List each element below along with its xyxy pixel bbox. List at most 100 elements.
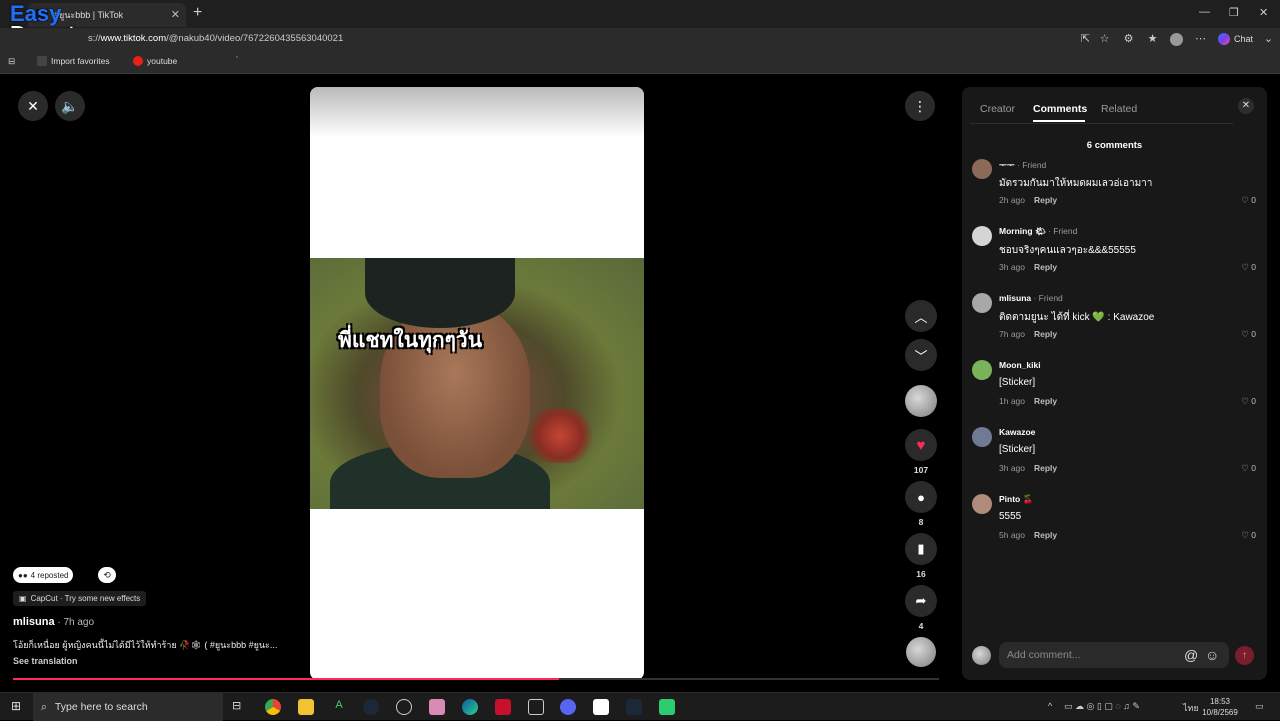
green-app-icon[interactable] bbox=[659, 699, 675, 715]
search-icon: ⌕ bbox=[41, 700, 47, 713]
commenter-avatar[interactable] bbox=[972, 427, 992, 447]
like-button[interactable]: ♥ bbox=[905, 429, 937, 461]
comment-like-button[interactable]: ♡ 0 bbox=[1241, 329, 1256, 340]
mention-icon[interactable]: @ bbox=[1184, 647, 1198, 663]
bookmark-menu-icon[interactable]: ⊟ bbox=[8, 56, 15, 67]
url-field[interactable]: s://www.tiktok.com/@nakub40/video/767226… bbox=[88, 33, 343, 44]
reply-button[interactable]: Reply bbox=[1034, 396, 1057, 406]
video-player[interactable]: พี่แชทในทุกๆวัน bbox=[310, 87, 644, 680]
share-button[interactable]: ➦ bbox=[905, 585, 937, 617]
close-video-button[interactable]: ✕ bbox=[18, 91, 48, 121]
app-circle-icon[interactable] bbox=[396, 699, 412, 715]
notepad-icon[interactable] bbox=[593, 699, 609, 715]
comment-like-button[interactable]: ♡ 0 bbox=[1241, 262, 1256, 273]
video-progress-fill bbox=[13, 678, 560, 680]
language-indicator[interactable]: ไทย bbox=[1183, 701, 1199, 715]
commenter-avatar[interactable] bbox=[972, 360, 992, 380]
steam-icon[interactable] bbox=[363, 699, 379, 715]
capcut-effect-link[interactable]: ▣ CapCut · Try some new effects bbox=[13, 591, 147, 606]
send-comment-button[interactable]: ↑ bbox=[1235, 646, 1254, 665]
comment-count: 8 bbox=[918, 517, 924, 527]
emoji-icon[interactable]: ☺ bbox=[1205, 647, 1219, 663]
app-a-icon[interactable]: A bbox=[331, 699, 347, 715]
comment-item: Morning 🌤 · Friend ชอบจริงๆคนแลวๆอะ&&&555… bbox=[972, 226, 1262, 286]
commenter-name[interactable]: Morning 🌤 · Friend bbox=[999, 226, 1077, 237]
video-progress-bar[interactable] bbox=[13, 678, 939, 680]
profile-avatar-icon[interactable] bbox=[1170, 33, 1183, 46]
taskbar-clock[interactable]: 18:53 10/8/2569 bbox=[1200, 696, 1240, 718]
panel-close-icon[interactable]: ✕ bbox=[1238, 98, 1254, 114]
address-bar: s://www.tiktok.com/@nakub40/video/767226… bbox=[0, 28, 1280, 52]
notification-icon[interactable]: ▭ bbox=[1255, 701, 1264, 712]
comment-like-button[interactable]: ♡ 0 bbox=[1241, 195, 1256, 206]
tab-close-icon[interactable]: ✕ bbox=[171, 8, 180, 21]
commenter-name[interactable]: Moon_kiki bbox=[999, 360, 1041, 370]
reply-button[interactable]: Reply bbox=[1034, 195, 1057, 205]
add-comment-box[interactable]: @ ☺ bbox=[999, 642, 1229, 668]
commenter-name[interactable]: mlisuna · Friend bbox=[999, 293, 1063, 303]
task-view-icon[interactable]: ⊟ bbox=[232, 699, 248, 715]
tab-title: #ยูนะbbb | TikTok bbox=[54, 10, 124, 20]
edge-icon[interactable] bbox=[462, 699, 478, 715]
tab-creator[interactable]: Creator bbox=[980, 103, 1015, 115]
commenter-avatar[interactable] bbox=[972, 293, 992, 313]
volume-button[interactable]: 🔈 bbox=[55, 91, 85, 121]
save-button[interactable]: ▮ bbox=[905, 533, 937, 565]
extensions-icon[interactable]: ⚙ bbox=[1122, 33, 1135, 46]
comment-like-button[interactable]: ♡ 0 bbox=[1241, 530, 1256, 541]
comment-item: Pinto 🍒 5555 5h ago Reply ♡ 0 bbox=[972, 494, 1262, 554]
taskbar-search[interactable]: ⌕ Type here to search bbox=[33, 693, 223, 721]
commenter-avatar[interactable] bbox=[972, 226, 992, 246]
creator-avatar[interactable] bbox=[905, 385, 937, 417]
sidebar-toggle-icon[interactable]: ⌄ bbox=[1262, 33, 1275, 46]
comment-button[interactable]: ● bbox=[905, 481, 937, 513]
commenter-name[interactable]: Kawazoe bbox=[999, 427, 1035, 437]
tray-icons[interactable]: ▭ ☁ ◎ ▯ ▢ ◌ ♫ ✎ bbox=[1064, 701, 1140, 712]
see-translation-link[interactable]: See translation bbox=[13, 656, 78, 666]
comment-like-button[interactable]: ♡ 0 bbox=[1241, 396, 1256, 407]
app-window-icon[interactable] bbox=[528, 699, 544, 715]
reply-button[interactable]: Reply bbox=[1034, 329, 1057, 339]
commenter-avatar[interactable] bbox=[972, 159, 992, 179]
sound-avatar[interactable] bbox=[906, 637, 936, 667]
reply-button[interactable]: Reply bbox=[1034, 463, 1057, 473]
open-in-app-icon[interactable]: ⇱ bbox=[1079, 33, 1092, 46]
more-options-button[interactable]: ⋮ bbox=[905, 91, 935, 121]
next-video-button[interactable]: ﹀ bbox=[905, 339, 937, 371]
bookmark-youtube[interactable]: youtube bbox=[133, 56, 177, 66]
comment-text: มัดรวมกันมาให้หมดผมเลวอ่เอามาา bbox=[999, 178, 1153, 189]
author-line[interactable]: mlisuna · 7h ago bbox=[13, 616, 94, 628]
minimize-icon[interactable]: — bbox=[1199, 6, 1210, 18]
bookmark-import-favorites[interactable]: Import favorites bbox=[37, 56, 110, 66]
comment-like-button[interactable]: ♡ 0 bbox=[1241, 463, 1256, 474]
commenter-name[interactable]: ᅮᅮ · Friend bbox=[999, 159, 1046, 171]
favorite-star-icon[interactable]: ☆ bbox=[1098, 33, 1111, 46]
repost-icon[interactable]: ⟲ bbox=[98, 567, 116, 583]
photos-icon[interactable] bbox=[429, 699, 445, 715]
file-explorer-icon[interactable] bbox=[298, 699, 314, 715]
reply-button[interactable]: Reply bbox=[1034, 530, 1057, 540]
new-tab-button[interactable]: + bbox=[193, 4, 202, 22]
copilot-chat-button[interactable]: Chat bbox=[1218, 33, 1253, 45]
commenter-avatar[interactable] bbox=[972, 494, 992, 514]
repost-avatars-icon: ●● bbox=[18, 570, 28, 580]
tray-expand-icon[interactable]: ^ bbox=[1048, 701, 1052, 711]
tiktok-icon[interactable] bbox=[236, 56, 238, 58]
tab-comments[interactable]: Comments bbox=[1033, 103, 1087, 115]
previous-video-button[interactable]: ︿ bbox=[905, 300, 937, 332]
more-menu-icon[interactable]: ⋯ bbox=[1194, 33, 1207, 46]
tab-related[interactable]: Related bbox=[1101, 103, 1137, 115]
steam-2-icon[interactable] bbox=[626, 699, 642, 715]
window-close-icon[interactable]: ✕ bbox=[1259, 6, 1268, 19]
windows-start-icon[interactable]: ⊞ bbox=[8, 699, 24, 715]
red-app-icon[interactable] bbox=[495, 699, 511, 715]
discord-icon[interactable] bbox=[560, 699, 576, 715]
chrome-icon[interactable] bbox=[265, 699, 281, 715]
repost-badge[interactable]: ●● 4 reposted bbox=[13, 567, 74, 583]
commenter-name[interactable]: Pinto 🍒 bbox=[999, 494, 1033, 505]
reply-button[interactable]: Reply bbox=[1034, 262, 1057, 272]
maximize-icon[interactable]: ❐ bbox=[1229, 6, 1239, 19]
comment-time: 2h ago bbox=[999, 195, 1025, 205]
favorites-icon[interactable]: ★ bbox=[1146, 33, 1159, 46]
add-comment-input[interactable] bbox=[999, 642, 1179, 668]
